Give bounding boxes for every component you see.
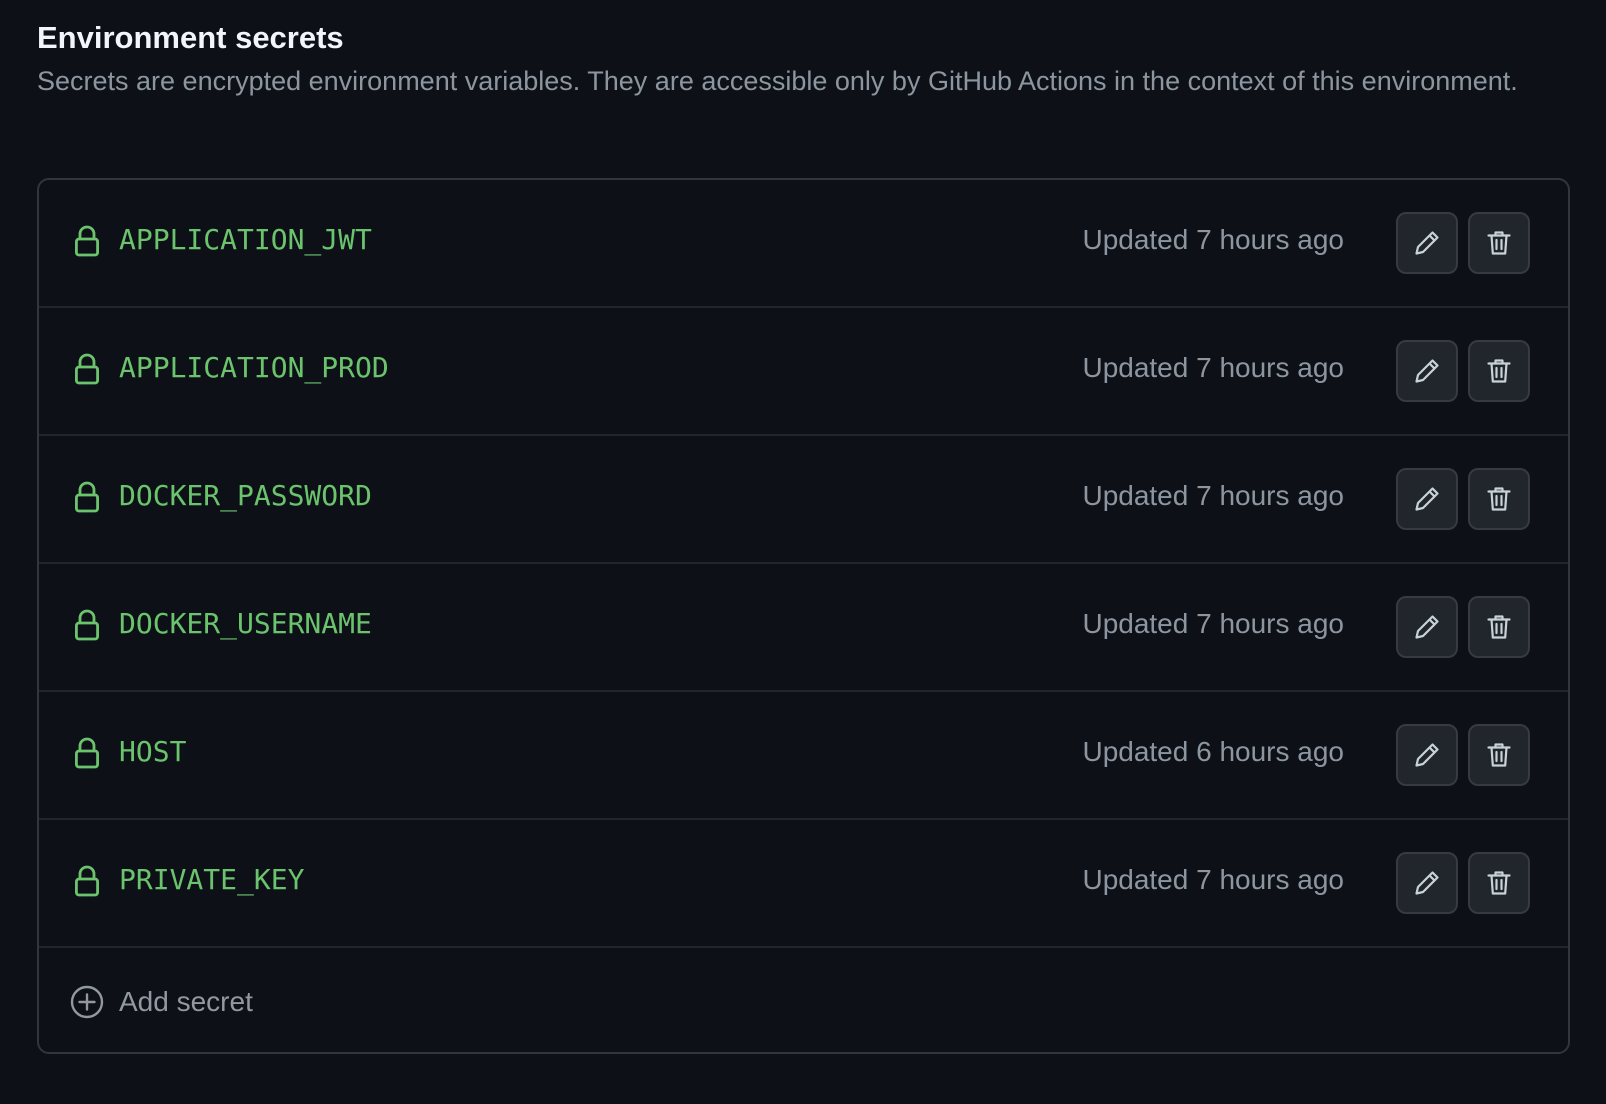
secret-name: DOCKER_USERNAME <box>119 607 372 640</box>
pencil-icon <box>1415 871 1439 895</box>
pencil-icon <box>1415 615 1439 639</box>
secret-updated-time: Updated 7 hours ago <box>1082 224 1344 255</box>
edit-secret-button[interactable] <box>1396 340 1458 402</box>
plus-circle-icon[interactable] <box>70 985 104 1019</box>
pencil-icon <box>1415 359 1439 383</box>
lock-icon <box>75 609 100 641</box>
secrets-list: APPLICATION_JWT Updated 7 hours ago APPL… <box>37 178 1570 1054</box>
secret-updated-time: Updated 7 hours ago <box>1082 480 1344 511</box>
secret-name: HOST <box>119 735 187 768</box>
secret-name: APPLICATION_PROD <box>119 351 389 384</box>
edit-secret-button[interactable] <box>1396 596 1458 658</box>
delete-secret-button[interactable] <box>1468 340 1530 402</box>
secret-row: DOCKER_USERNAME Updated 7 hours ago <box>39 564 1568 692</box>
delete-secret-button[interactable] <box>1468 852 1530 914</box>
edit-secret-button[interactable] <box>1396 468 1458 530</box>
secret-updated-time: Updated 7 hours ago <box>1082 608 1344 639</box>
pencil-icon <box>1415 231 1439 255</box>
add-secret-row[interactable]: Add secret <box>39 948 1568 1052</box>
secret-name: APPLICATION_JWT <box>119 223 372 256</box>
secret-row: APPLICATION_JWT Updated 7 hours ago <box>39 180 1568 308</box>
lock-icon <box>75 353 100 385</box>
secret-updated-time: Updated 7 hours ago <box>1082 352 1344 383</box>
secret-row: APPLICATION_PROD Updated 7 hours ago <box>39 308 1568 436</box>
trash-icon <box>1487 615 1511 639</box>
add-secret-link[interactable]: Add secret <box>119 982 253 1022</box>
secret-updated-time: Updated 7 hours ago <box>1082 864 1344 895</box>
secret-row: DOCKER_PASSWORD Updated 7 hours ago <box>39 436 1568 564</box>
lock-icon <box>75 737 100 769</box>
environment-secrets-section: Environment secrets Secrets are encrypte… <box>37 18 1573 102</box>
secret-row: HOST Updated 6 hours ago <box>39 692 1568 820</box>
trash-icon <box>1487 871 1511 895</box>
edit-secret-button[interactable] <box>1396 212 1458 274</box>
secret-name: PRIVATE_KEY <box>119 863 305 896</box>
lock-icon <box>75 481 100 513</box>
lock-icon <box>75 225 100 257</box>
delete-secret-button[interactable] <box>1468 596 1530 658</box>
delete-secret-button[interactable] <box>1468 212 1530 274</box>
secret-name: DOCKER_PASSWORD <box>119 479 372 512</box>
secret-updated-time: Updated 6 hours ago <box>1082 736 1344 767</box>
pencil-icon <box>1415 743 1439 767</box>
secret-row: PRIVATE_KEY Updated 7 hours ago <box>39 820 1568 948</box>
edit-secret-button[interactable] <box>1396 852 1458 914</box>
trash-icon <box>1487 743 1511 767</box>
section-title: Environment secrets <box>37 20 344 55</box>
lock-icon <box>75 865 100 897</box>
trash-icon <box>1487 231 1511 255</box>
trash-icon <box>1487 487 1511 511</box>
delete-secret-button[interactable] <box>1468 724 1530 786</box>
edit-secret-button[interactable] <box>1396 724 1458 786</box>
delete-secret-button[interactable] <box>1468 468 1530 530</box>
pencil-icon <box>1415 487 1439 511</box>
section-description: Secrets are encrypted environment variab… <box>37 66 1518 96</box>
trash-icon <box>1487 359 1511 383</box>
